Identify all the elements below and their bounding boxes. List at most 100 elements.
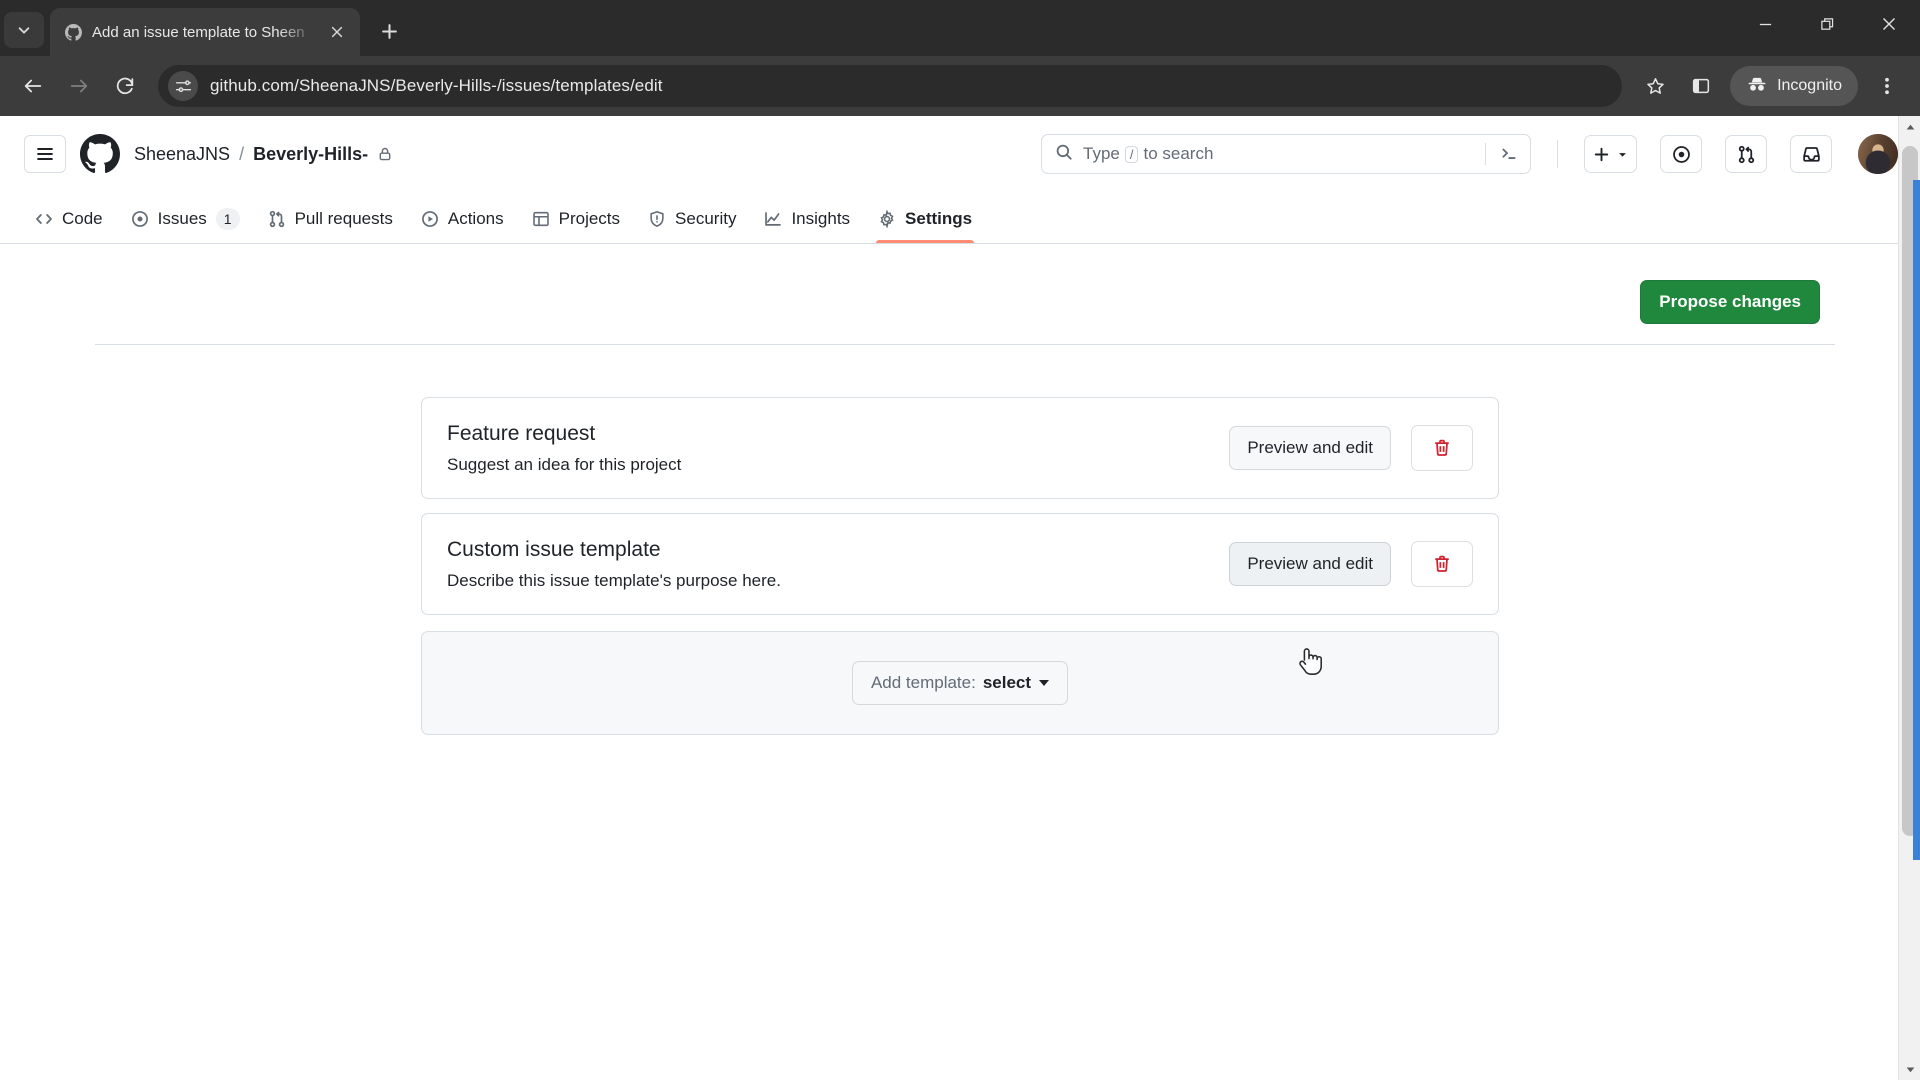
plus-icon	[381, 23, 397, 39]
nav-item-insights[interactable]: Insights	[753, 195, 861, 243]
shield-icon	[648, 210, 666, 228]
nav-item-projects[interactable]: Projects	[521, 195, 631, 243]
propose-changes-button[interactable]: Propose changes	[1640, 280, 1820, 324]
incognito-indicator[interactable]: Incognito	[1730, 66, 1858, 106]
tab-search-button[interactable]	[4, 12, 44, 48]
search-placeholder-suffix: to search	[1143, 144, 1214, 163]
terminal-icon[interactable]	[1496, 145, 1522, 163]
nav-item-security[interactable]: Security	[637, 195, 747, 243]
play-icon	[421, 210, 439, 228]
chevron-down-icon	[1619, 152, 1626, 157]
add-template-prefix: Add template:	[870, 673, 976, 692]
url-text: github.com/SheenaJNS/Beverly-Hills-/issu…	[210, 76, 663, 95]
browser-window: Add an issue template to Sheen github.co…	[0, 0, 1920, 1080]
scroll-up-button[interactable]	[1899, 116, 1920, 138]
reload-button[interactable]	[104, 65, 146, 107]
avatar[interactable]	[1858, 134, 1898, 174]
search-input[interactable]: Type / to search	[1041, 134, 1531, 174]
trash-icon	[1435, 555, 1449, 572]
github-logo-icon[interactable]	[80, 134, 120, 174]
tab-title: Add an issue template to Sheen	[92, 23, 305, 41]
page-viewport: SheenaJNS / Beverly-Hills- Type / to sea…	[0, 116, 1920, 1080]
breadcrumb: SheenaJNS / Beverly-Hills-	[134, 144, 393, 165]
back-button[interactable]	[12, 65, 54, 107]
browser-menu-button[interactable]	[1866, 65, 1908, 107]
template-description: Suggest an idea for this project	[447, 454, 682, 474]
graph-icon	[764, 210, 782, 228]
issues-count-badge: 1	[215, 208, 240, 230]
template-card: Custom issue template Describe this issu…	[421, 513, 1499, 615]
preview-and-edit-button[interactable]: Preview and edit	[1229, 542, 1391, 586]
preview-and-edit-button[interactable]: Preview and edit	[1229, 426, 1391, 470]
add-template-select-button[interactable]: Add template: select	[851, 661, 1069, 705]
git-pull-request-icon	[268, 210, 286, 228]
nav-item-code[interactable]: Code	[24, 195, 114, 243]
star-icon	[1646, 77, 1664, 94]
template-card: Feature request Suggest an idea for this…	[421, 397, 1499, 499]
address-bar[interactable]: github.com/SheenaJNS/Beverly-Hills-/issu…	[158, 65, 1623, 107]
repo-navigation: Code Issues 1 Pull requests Actions Proj…	[0, 192, 1920, 244]
restore-icon	[1820, 17, 1833, 30]
template-info: Feature request Suggest an idea for this…	[447, 422, 1209, 475]
find-in-page-marker	[1913, 180, 1920, 860]
template-info: Custom issue template Describe this issu…	[447, 538, 1209, 591]
nav-item-label: Issues	[157, 209, 207, 228]
issue-opened-icon	[1672, 145, 1690, 163]
search-slash-key: /	[1124, 145, 1139, 163]
template-description: Describe this issue template's purpose h…	[447, 570, 781, 590]
triangle-up-icon	[1906, 124, 1914, 130]
nav-item-label: Code	[62, 209, 103, 228]
incognito-icon	[1746, 75, 1768, 98]
breadcrumb-owner[interactable]: SheenaJNS	[134, 144, 230, 165]
git-pull-request-icon	[1738, 145, 1754, 163]
issue-templates-list: Feature request Suggest an idea for this…	[0, 345, 1920, 735]
caret-down-icon	[1039, 680, 1050, 686]
search-icon	[1055, 143, 1073, 166]
nav-item-issues[interactable]: Issues 1	[120, 195, 251, 243]
tab-close-button[interactable]	[324, 19, 350, 45]
new-tab-button[interactable]	[372, 14, 406, 48]
delete-template-button[interactable]	[1411, 541, 1473, 587]
action-bar: Propose changes	[0, 244, 1920, 344]
delete-template-button[interactable]	[1411, 425, 1473, 471]
gear-icon	[878, 210, 896, 228]
side-panel-icon	[1692, 78, 1710, 94]
browser-tab[interactable]: Add an issue template to Sheen	[50, 8, 360, 56]
github-header: SheenaJNS / Beverly-Hills- Type / to sea…	[0, 116, 1920, 192]
window-close-button[interactable]	[1858, 0, 1920, 48]
scroll-down-button[interactable]	[1899, 1058, 1920, 1080]
close-icon	[331, 26, 343, 38]
site-settings-icon[interactable]	[168, 71, 198, 101]
nav-item-settings[interactable]: Settings	[867, 195, 983, 243]
nav-item-label: Security	[675, 209, 737, 228]
window-maximize-button[interactable]	[1796, 0, 1858, 48]
pull-requests-button[interactable]	[1725, 135, 1767, 173]
add-template-value: select	[982, 673, 1032, 692]
search-placeholder: Type / to search	[1083, 144, 1475, 164]
bookmark-button[interactable]	[1634, 65, 1676, 107]
inbox-icon	[1802, 146, 1820, 162]
breadcrumb-separator: /	[239, 143, 245, 164]
breadcrumb-repo[interactable]: Beverly-Hills-	[253, 144, 368, 165]
side-panel-button[interactable]	[1680, 65, 1722, 107]
incognito-label: Incognito	[1777, 77, 1842, 94]
plus-icon	[1594, 147, 1609, 161]
create-new-button[interactable]	[1584, 135, 1637, 173]
browser-toolbar: github.com/SheenaJNS/Beverly-Hills-/issu…	[0, 56, 1920, 116]
nav-item-pull-requests[interactable]: Pull requests	[257, 195, 404, 243]
forward-button[interactable]	[58, 65, 100, 107]
nav-item-actions[interactable]: Actions	[410, 195, 515, 243]
notifications-button[interactable]	[1790, 135, 1832, 173]
kebab-menu-icon	[1885, 77, 1889, 95]
nav-item-label: Settings	[905, 209, 973, 228]
issue-opened-icon	[131, 210, 149, 228]
github-favicon	[64, 23, 82, 41]
reload-icon	[116, 77, 134, 95]
window-minimize-button[interactable]	[1734, 0, 1796, 48]
hamburger-icon[interactable]	[24, 135, 66, 173]
nav-item-label: Insights	[791, 209, 851, 228]
arrow-right-icon	[70, 79, 88, 93]
triangle-down-icon	[1906, 1066, 1914, 1072]
lock-icon	[377, 146, 393, 162]
issues-button[interactable]	[1660, 135, 1702, 173]
